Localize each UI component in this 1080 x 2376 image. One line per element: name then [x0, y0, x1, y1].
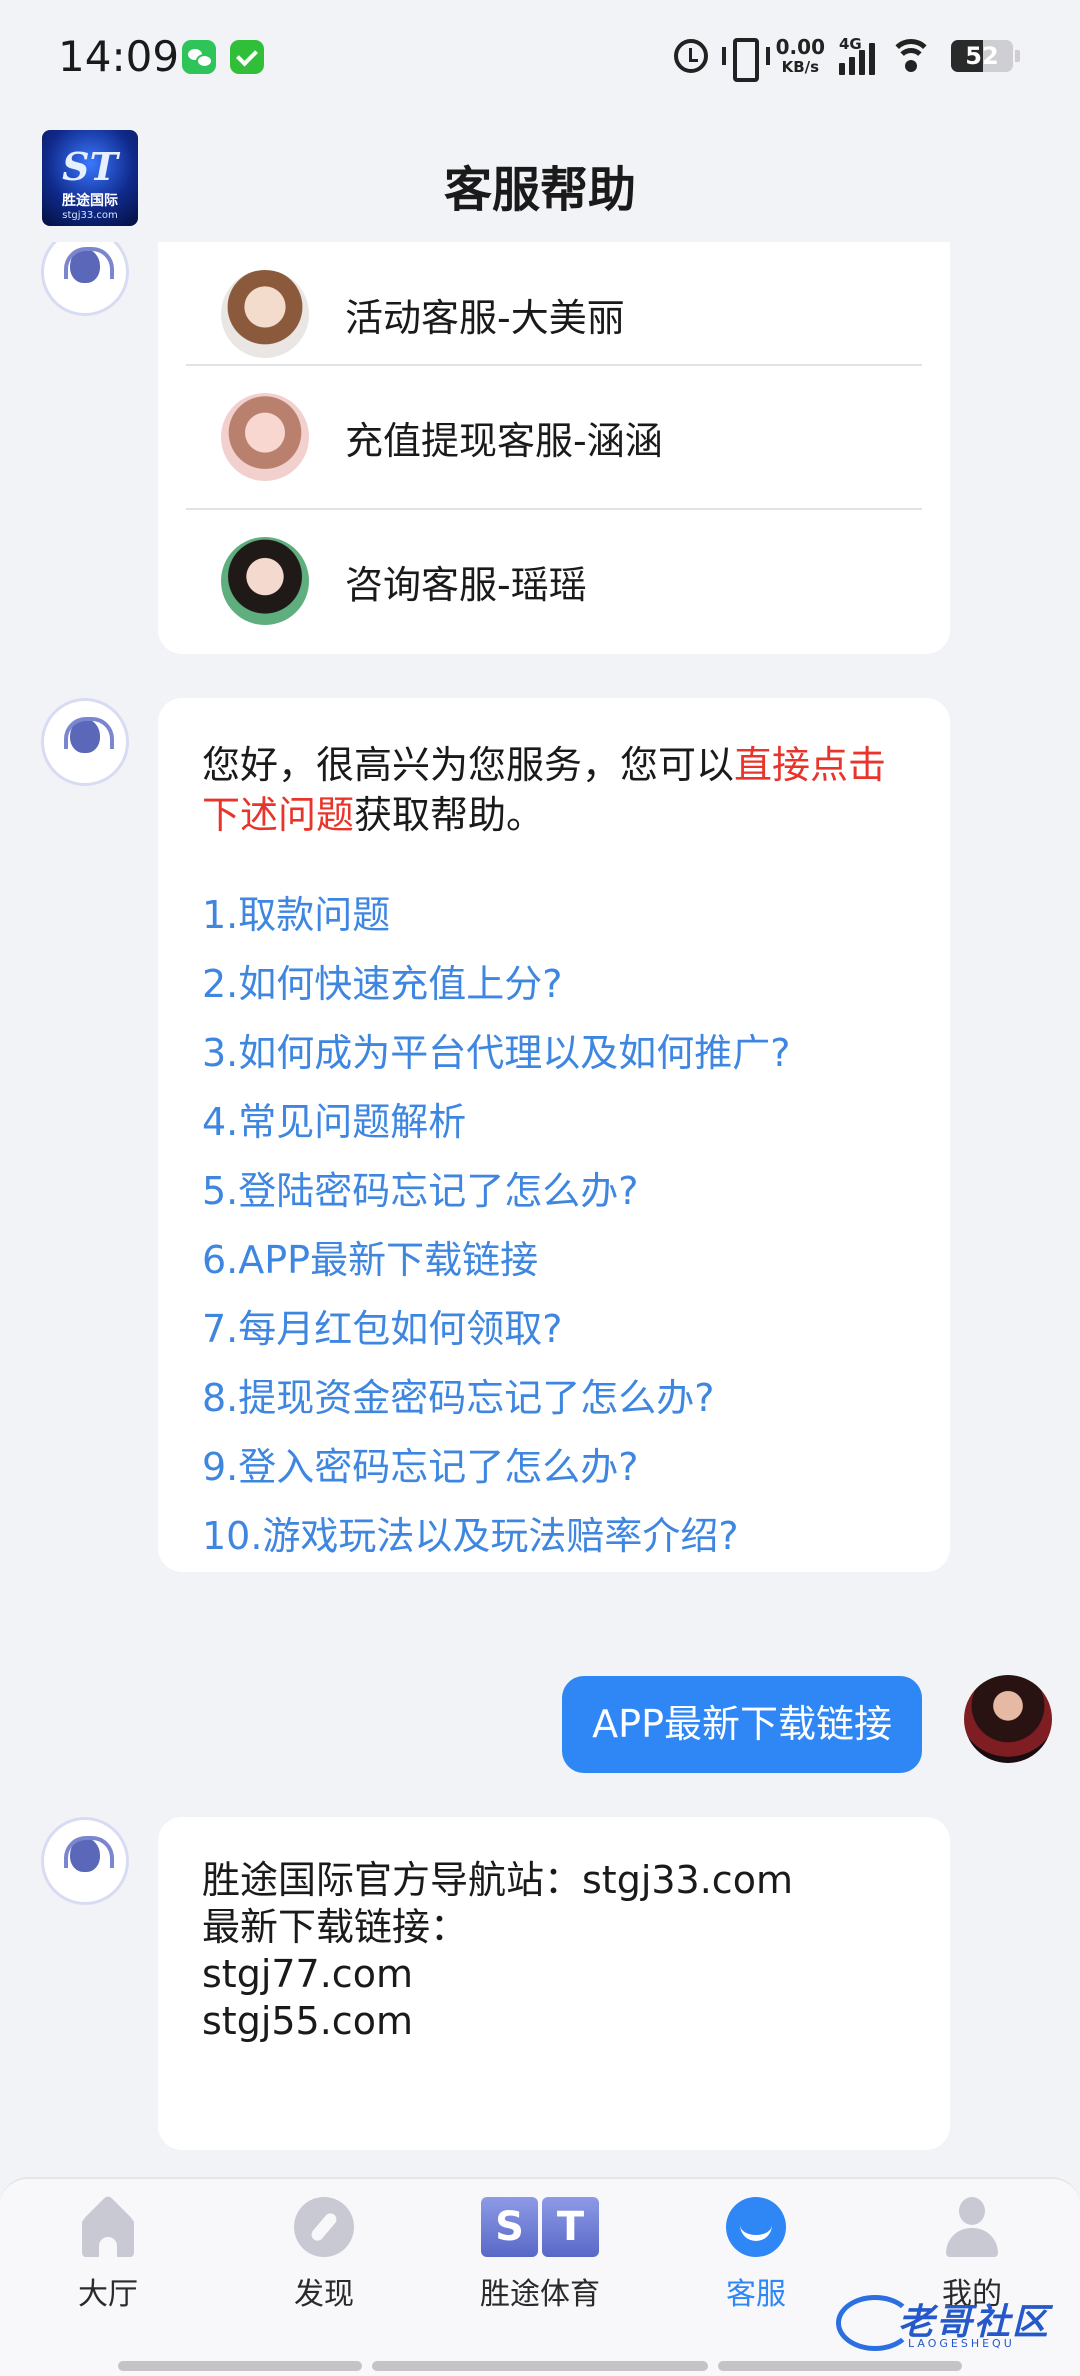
faq-link[interactable]: 10.游戏玩法以及玩法赔率介绍? — [202, 1513, 906, 1559]
nav-label: 发现 — [294, 2277, 354, 2312]
user-icon — [942, 2197, 1002, 2257]
nav-item-customer-service[interactable]: 客服 — [676, 2197, 836, 2313]
battery-icon: 52 — [951, 40, 1013, 72]
agent-name: 咨询客服-瑶瑶 — [345, 562, 587, 607]
answer-bubble: 胜途国际官方导航站：stgj33.com 最新下载链接： stgj77.com … — [158, 1817, 950, 2150]
st-icon-letter: T — [542, 2197, 599, 2257]
page-title: 客服帮助 — [443, 162, 636, 218]
wifi-icon — [889, 39, 933, 73]
faq-link[interactable]: 3.如何成为平台代理以及如何推广? — [202, 1030, 906, 1076]
nav-label: 客服 — [726, 2277, 786, 2312]
alarm-icon — [673, 39, 708, 73]
welcome-bubble: 您好，很高兴为您服务，您可以直接点击下述问题获取帮助。 1.取款问题 2.如何快… — [158, 698, 950, 1572]
nav-label: 大厅 — [78, 2277, 138, 2312]
nav-item-sports[interactable]: S T 胜途体育 — [460, 2197, 620, 2313]
network-speed: 0.00 KB/s — [776, 37, 825, 75]
status-time: 14:09 — [58, 32, 180, 81]
answer-line: 胜途国际官方导航站：stgj33.com — [202, 1858, 793, 1902]
nav-label: 胜途体育 — [480, 2277, 600, 2312]
agent-name: 充值提现客服-涵涵 — [345, 418, 663, 463]
app-header: ST 胜途国际 stgj33.com 客服帮助 — [0, 112, 1080, 242]
faq-link[interactable]: 6.APP最新下载链接 — [202, 1237, 906, 1283]
st-sports-icon: S T — [481, 2197, 599, 2257]
answer-link[interactable]: stgj77.com — [202, 1951, 906, 1998]
answer-line: 最新下载链接： — [202, 1905, 469, 1949]
network-speed-unit: KB/s — [781, 58, 820, 76]
home-icon — [78, 2197, 138, 2257]
nav-item-lobby[interactable]: 大厅 — [28, 2197, 188, 2313]
agent-avatar — [221, 393, 309, 481]
agent-name: 活动客服-大美丽 — [345, 295, 625, 340]
faq-link[interactable]: 1.取款问题 — [202, 892, 906, 938]
answer-link[interactable]: stgj55.com — [202, 1998, 906, 2045]
faq-link[interactable]: 8.提现资金密码忘记了怎么办? — [202, 1375, 906, 1421]
faq-link[interactable]: 7.每月红包如何领取? — [202, 1306, 906, 1352]
vibrate-icon — [721, 38, 770, 82]
network-speed-value: 0.00 — [775, 35, 825, 59]
faq-list: 1.取款问题 2.如何快速充值上分? 3.如何成为平台代理以及如何推广? 4.常… — [202, 892, 906, 1559]
faq-link[interactable]: 9.登入密码忘记了怎么办? — [202, 1444, 906, 1490]
compass-icon — [294, 2197, 354, 2257]
cellular-signal-icon: 4G — [839, 35, 875, 75]
status-bar: 14:09 0.00 KB/s 4G 52 — [0, 0, 1080, 112]
welcome-message: 您好，很高兴为您服务，您可以直接点击下述问题获取帮助。 — [202, 740, 906, 840]
bot-avatar — [41, 242, 129, 316]
user-avatar — [964, 1675, 1052, 1763]
agent-row[interactable]: 咨询客服-瑶瑶 — [186, 508, 922, 652]
agent-row[interactable]: 充值提现客服-涵涵 — [186, 364, 922, 508]
network-type-label: 4G — [839, 35, 862, 53]
welcome-text-part2: 获取帮助。 — [354, 793, 545, 837]
chat-area[interactable]: 活动客服-大美丽 充值提现客服-涵涵 咨询客服-瑶瑶 您好，很高兴为您服务，您可… — [0, 242, 1080, 2177]
gesture-bar — [0, 2357, 1080, 2376]
watermark-logo: 老哥社区 LAOGESHEQU — [836, 2287, 1066, 2355]
agent-list-bubble: 活动客服-大美丽 充值提现客服-涵涵 咨询客服-瑶瑶 — [158, 242, 950, 654]
faq-link[interactable]: 2.如何快速充值上分? — [202, 961, 906, 1007]
wechat-notification-icon — [182, 40, 216, 74]
watermark-subtext: LAOGESHEQU — [908, 2337, 1015, 2350]
bot-avatar — [41, 1817, 129, 1905]
faq-link[interactable]: 5.登陆密码忘记了怎么办? — [202, 1168, 906, 1214]
status-indicators: 0.00 KB/s 4G 52 — [673, 34, 1020, 82]
agent-avatar — [221, 270, 309, 358]
agent-avatar — [221, 537, 309, 625]
battery-level: 52 — [965, 42, 999, 70]
welcome-text-part1: 您好，很高兴为您服务，您可以 — [202, 743, 735, 787]
user-message-bubble: APP最新下载链接 — [562, 1676, 922, 1773]
bot-avatar — [41, 698, 129, 786]
task-check-notification-icon — [230, 40, 264, 74]
st-icon-letter: S — [481, 2197, 538, 2257]
bottom-nav: 大厅 发现 S T 胜途体育 客服 我的 老哥社区 LAOGESHEQU — [0, 2177, 1080, 2357]
faq-link[interactable]: 4.常见问题解析 — [202, 1099, 906, 1145]
nav-item-discover[interactable]: 发现 — [244, 2197, 404, 2313]
customer-service-icon — [726, 2197, 786, 2257]
